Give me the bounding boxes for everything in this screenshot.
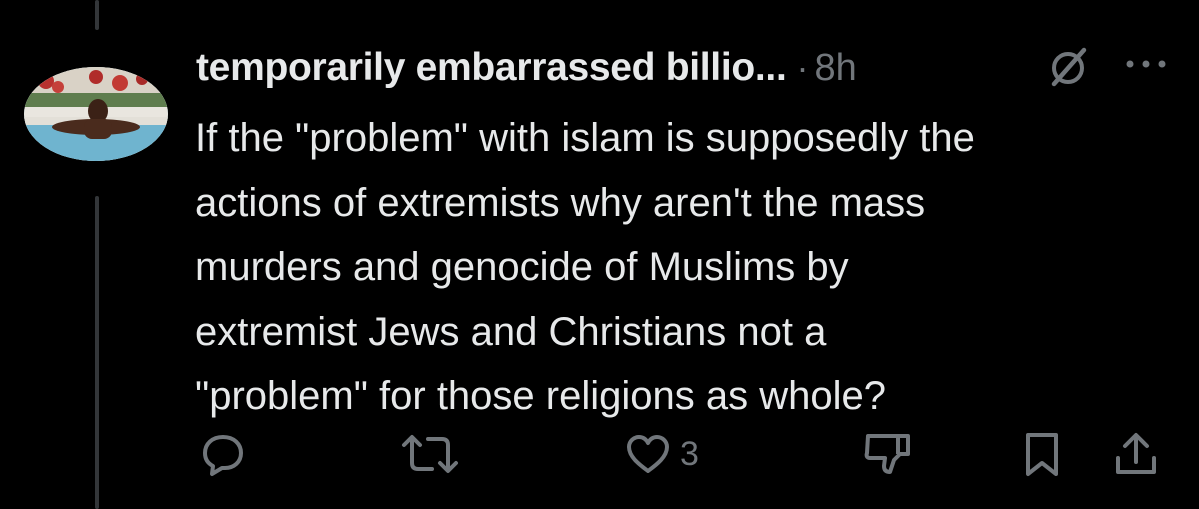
tweet-text-line: murders and genocide of Muslims by (195, 245, 849, 289)
thread-line-bottom (95, 196, 99, 509)
tweet-text-line: "problem" for those religions as whole? (195, 374, 886, 418)
bookmark-icon (1026, 433, 1058, 476)
bookmark-button[interactable] (1022, 428, 1062, 480)
avatar-image (24, 67, 168, 161)
share-button[interactable] (1112, 428, 1160, 480)
avatar[interactable] (24, 67, 168, 161)
grok-slash-icon[interactable] (1046, 44, 1092, 90)
tweet-text-line: If the "problem" with islam is supposedl… (195, 116, 975, 160)
tweet-header: temporarily embarrassed billio... · 8h (196, 42, 857, 94)
retweet-icon (402, 435, 458, 473)
thread-line-top (95, 0, 99, 30)
share-icon (1116, 433, 1156, 474)
like-count: 3 (680, 434, 699, 473)
tweet-text-line: extremist Jews and Christians not a (195, 309, 827, 354)
reply-button[interactable] (200, 428, 246, 480)
author-name[interactable]: temporarily embarrassed billio... (196, 46, 787, 90)
like-button[interactable]: 3 (624, 428, 699, 480)
tweet-text-line: actions of extremists why aren't the mas… (195, 180, 926, 225)
retweet-button[interactable] (400, 428, 460, 480)
more-dots-icon[interactable] (1122, 52, 1170, 76)
downvote-button[interactable] (862, 428, 914, 480)
timestamp[interactable]: 8h (815, 47, 857, 90)
tweet-text: If the "problem" with islam is supposedl… (195, 106, 1165, 429)
header-separator: · (796, 47, 809, 88)
downvote-icon (864, 434, 910, 474)
heart-icon (627, 435, 669, 473)
reply-bubble-icon (203, 435, 243, 476)
